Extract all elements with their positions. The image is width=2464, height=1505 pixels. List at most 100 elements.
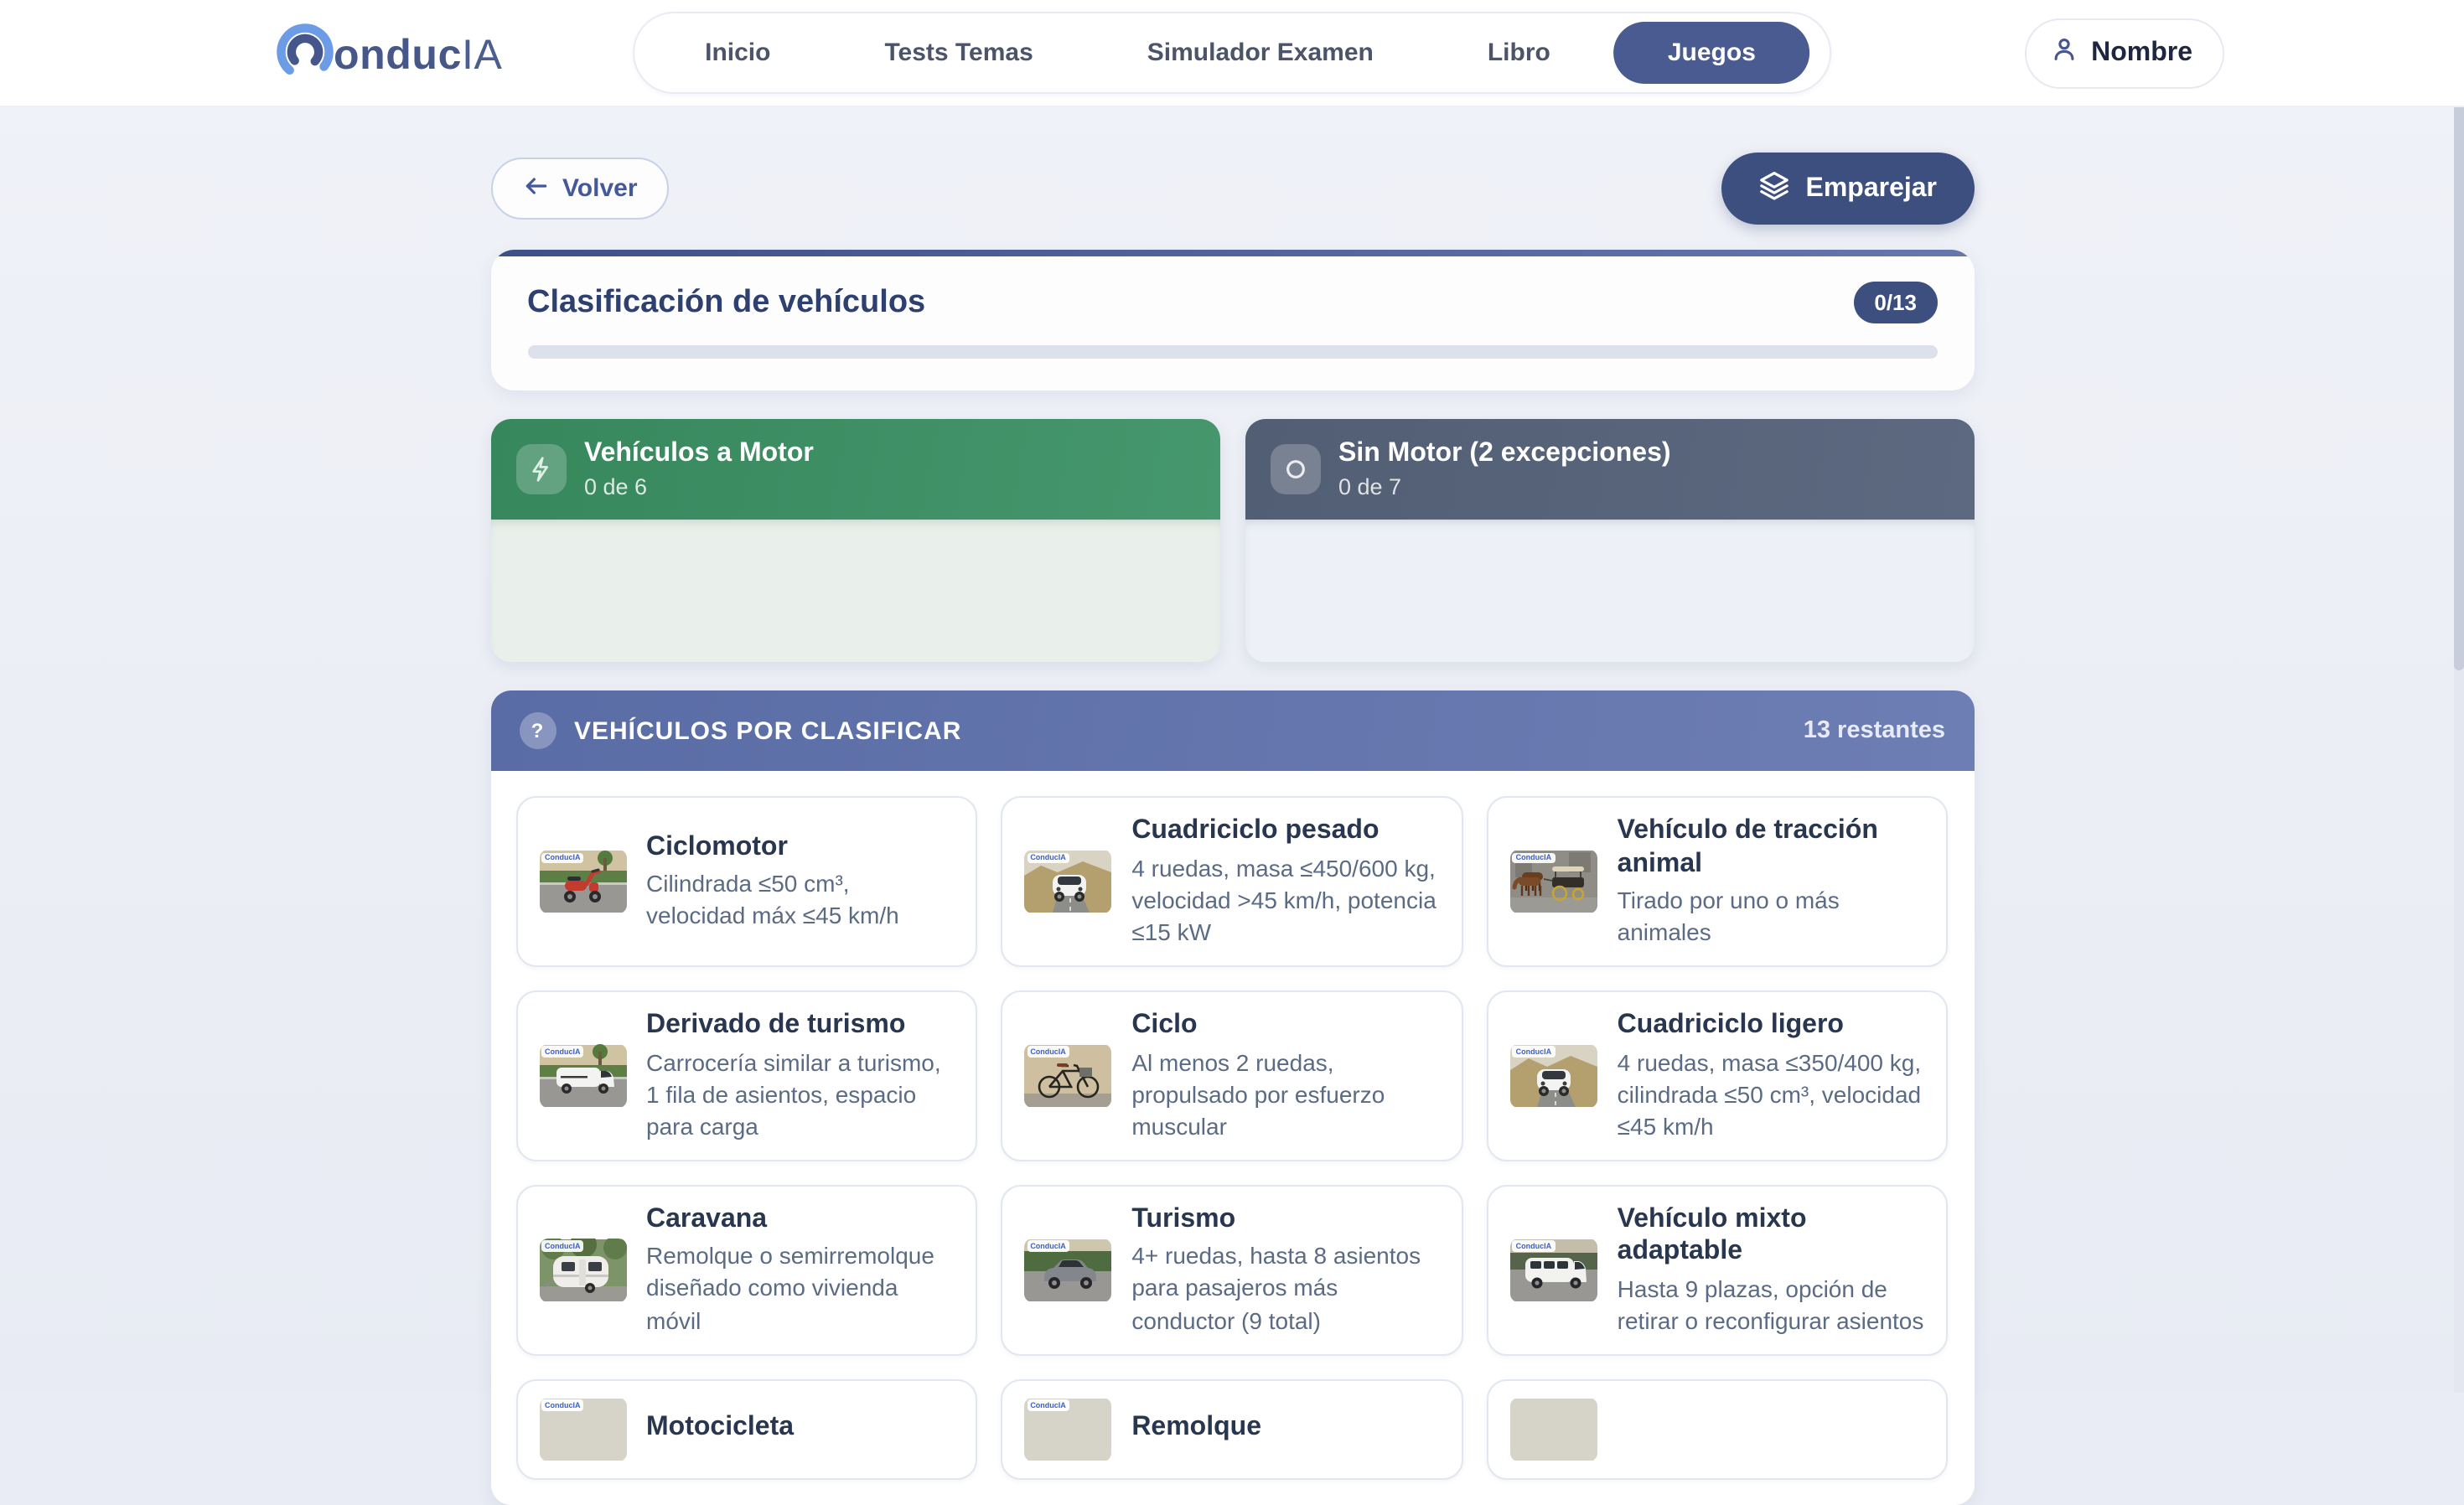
pool-panel: ? VEHÍCULOS POR CLASIFICAR 13 restantes … [490,690,1974,1505]
vehicle-card-cuadriciclo-ligero[interactable]: ConducIA Cuadriciclo ligero 4 ruedas, ma… [1487,990,1949,1161]
page: onducIA Inicio Tests Temas Simulador Exa… [0,0,2464,1393]
zone-count: 0 de 6 [584,473,814,499]
zone-count: 0 de 7 [1338,473,1671,499]
vehicle-card-ciclo[interactable]: ConducIA Ciclo Al menos 2 ruedas, propul… [1001,990,1462,1161]
logo-wordmark: onducIA [334,32,502,80]
drop-zone-motor[interactable]: Vehículos a Motor 0 de 6 [490,419,1219,662]
main-nav: Inicio Tests Temas Simulador Examen Libr… [633,12,1831,94]
lightning-icon [515,444,566,494]
nav-item-tests-temas[interactable]: Tests Temas [834,39,1083,67]
zone-drop-area-motor[interactable] [490,520,1219,662]
user-button[interactable]: Nombre [2024,18,2224,89]
toolbar: Volver Emparejar [490,153,1974,225]
vehicle-card-traccion-animal[interactable]: ConducIA Vehículo de tracción animal Tir… [1487,796,1949,967]
vehicle-card-partial[interactable] [1487,1379,1949,1480]
white-small-van-image: ConducIA [539,1044,626,1108]
image-watermark: ConducIA [1027,852,1069,863]
vehicle-desc: Al menos 2 ruedas, propulsado por esfuer… [1131,1047,1439,1142]
image-watermark: ConducIA [541,1241,584,1252]
vehicle-desc: 4+ ruedas, hasta 8 asientos para pasajer… [1131,1241,1439,1337]
vehicle-title: Ciclomotor [646,831,954,864]
vehicle-desc: Hasta 9 plazas, opción de retirar o reco… [1618,1273,1925,1337]
vehicle-card-caravana[interactable]: ConducIA Caravana Remolque o semirremolq… [515,1184,977,1355]
remaining-count: 13 restantes [1804,717,1945,744]
image-watermark: ConducIA [1027,1400,1069,1411]
vehicle-title: Remolque [1131,1410,1439,1443]
pool-body: ConducIA Ciclomotor Cilindrada ≤50 cm³, … [490,771,1974,1505]
circle-icon [1270,444,1320,494]
pool-header: ? VEHÍCULOS POR CLASIFICAR 13 restantes [490,690,1974,771]
nav-item-libro[interactable]: Libro [1437,39,1601,67]
vehicle-image [1510,1398,1597,1461]
vehicle-title: Turismo [1131,1203,1439,1236]
vehicle-card-remolque[interactable]: ConducIA Remolque [1001,1379,1462,1480]
progress-card: Clasificación de vehículos 0/13 [490,250,1974,390]
content-column: Volver Emparejar Clasificación de vehícu… [490,153,1974,1505]
image-watermark: ConducIA [1513,1047,1556,1058]
white-microcar-image: ConducIA [1510,1044,1597,1108]
vehicle-title: Vehículo mixto adaptable [1618,1202,1925,1268]
vehicle-title: Derivado de turismo [646,1009,954,1042]
drop-zone-sin-motor[interactable]: Sin Motor (2 excepciones) 0 de 7 [1245,419,1974,662]
image-watermark: ConducIA [1027,1047,1069,1058]
vehicle-card-derivado-turismo[interactable]: ConducIA Derivado de turismo Carrocería … [515,990,977,1161]
back-label: Volver [562,174,638,203]
layers-icon [1758,168,1790,209]
vehicle-title: Vehículo de tracción animal [1618,815,1925,880]
image-watermark: ConducIA [541,1400,584,1411]
logo-c-icon [273,20,337,92]
image-watermark: ConducIA [541,1047,584,1058]
progress-track [527,345,1937,359]
vehicle-title: Caravana [646,1203,954,1236]
game-title: Clasificación de vehículos [527,284,925,321]
vehicle-desc: Carrocería similar a turismo, 1 fila de … [646,1047,954,1142]
nav-item-simulador-examen[interactable]: Simulador Examen [1097,39,1424,67]
vehicle-image: ConducIA [1024,1398,1111,1461]
horse-carriage-image: ConducIA [1510,850,1597,913]
score-badge: 0/13 [1854,282,1937,323]
red-scooter-image: ConducIA [539,850,626,913]
image-watermark: ConducIA [1513,852,1556,863]
vehicle-card-cuadriciclo-pesado[interactable]: ConducIA Cuadriciclo pesado 4 ruedas, ma… [1001,796,1462,967]
vehicle-title: Motocicleta [646,1410,954,1443]
vehicle-desc: Cilindrada ≤50 cm³, velocidad máx ≤45 km… [646,869,954,933]
arrow-left-icon [522,173,549,204]
nav-item-juegos[interactable]: Juegos [1614,22,1809,84]
vehicle-desc: Tirado por uno o más animales [1618,885,1925,949]
white-van-image: ConducIA [1510,1239,1597,1302]
vehicle-grid: ConducIA Ciclomotor Cilindrada ≤50 cm³, … [515,796,1949,1480]
white-microcar-image: ConducIA [1024,850,1111,913]
bicycle-image: ConducIA [1024,1044,1111,1108]
pool-title: VEHÍCULOS POR CLASIFICAR [574,716,1804,745]
vehicle-card-mixto-adaptable[interactable]: ConducIA Vehículo mixto adaptable Hasta … [1487,1184,1949,1355]
app-logo[interactable]: onducIA [273,20,502,92]
zone-drop-area-sin-motor[interactable] [1245,520,1974,662]
nav-item-inicio[interactable]: Inicio [655,39,820,67]
user-icon [2049,35,2078,72]
card-accent-strip [490,250,1974,256]
zone-title: Vehículos a Motor [584,440,814,471]
image-watermark: ConducIA [1513,1241,1556,1252]
vehicle-card-turismo[interactable]: ConducIA Turismo 4+ ruedas, hasta 8 asie… [1001,1184,1462,1355]
vehicle-desc: Remolque o semirremolque diseñado como v… [646,1241,954,1337]
back-button[interactable]: Volver [490,158,670,220]
vehicle-card-ciclomotor[interactable]: ConducIA Ciclomotor Cilindrada ≤50 cm³, … [515,796,977,967]
image-watermark: ConducIA [1027,1241,1069,1252]
vehicle-title: Cuadriciclo ligero [1618,1009,1925,1042]
vehicle-image: ConducIA [539,1398,626,1461]
vehicle-desc: 4 ruedas, masa ≤450/600 kg, velocidad >4… [1131,853,1439,949]
user-label: Nombre [2091,39,2192,69]
question-icon: ? [519,712,556,749]
match-label: Emparejar [1805,173,1937,204]
vehicle-card-motocicleta[interactable]: ConducIA Motocicleta [515,1379,977,1480]
grey-hatchback-image: ConducIA [1024,1239,1111,1302]
image-watermark: ConducIA [541,852,584,863]
vehicle-title: Ciclo [1131,1009,1439,1042]
caravan-image: ConducIA [539,1239,626,1302]
vehicle-title: Cuadriciclo pesado [1131,815,1439,847]
top-header: onducIA Inicio Tests Temas Simulador Exa… [0,0,2464,107]
match-button[interactable]: Emparejar [1721,153,1974,225]
vehicle-desc: 4 ruedas, masa ≤350/400 kg, cilindrada ≤… [1618,1047,1925,1142]
scrollbar-track[interactable] [2454,0,2464,1393]
zone-title: Sin Motor (2 excepciones) [1338,440,1671,471]
